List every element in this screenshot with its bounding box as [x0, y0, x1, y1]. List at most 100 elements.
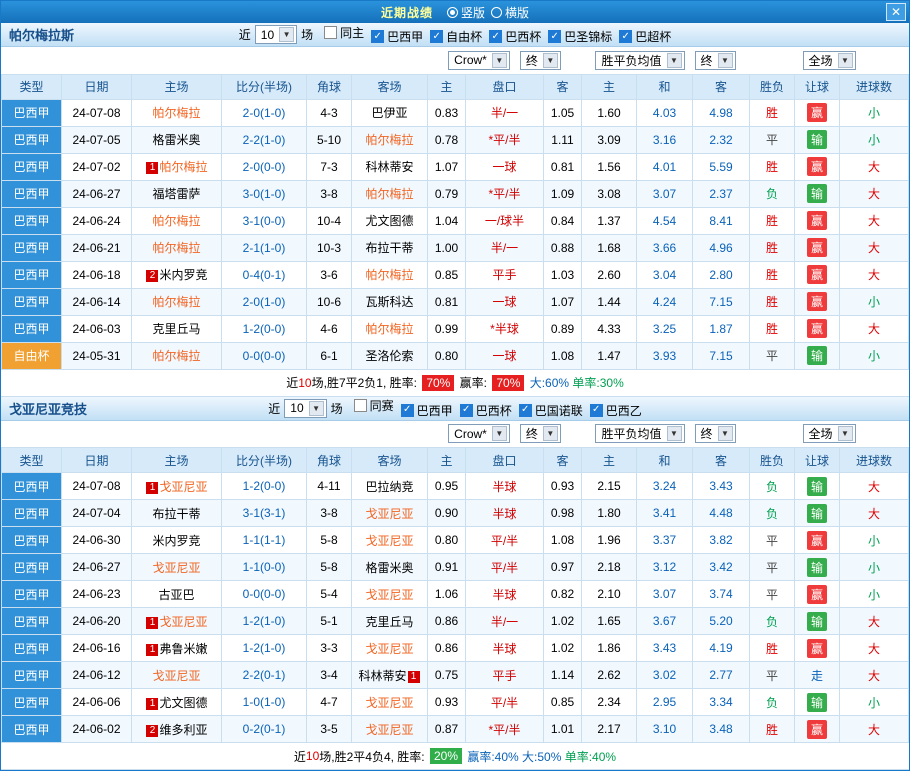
- asia-home-odds: 0.80: [428, 342, 466, 369]
- filter-checkbox-巴西乙[interactable]: ✓巴西乙: [590, 402, 642, 419]
- euro-time-select[interactable]: 终▼: [695, 51, 736, 70]
- section-summary: 近10场,胜2平4负4, 胜率: 20% 赢率:40% 大:50% 单率:40%: [1, 743, 909, 770]
- handicap-result-cell: 赢: [795, 99, 840, 126]
- result-cell: 胜: [750, 234, 795, 261]
- filter-checkbox-巴超杯[interactable]: ✓巴超杯: [619, 28, 671, 45]
- checkbox-label: 巴西甲: [417, 402, 453, 419]
- filter-checkbox-巴西甲[interactable]: ✓巴西甲: [371, 28, 423, 45]
- filter-checkbox-自由杯[interactable]: ✓自由杯: [430, 28, 482, 45]
- column-header: 进球数: [840, 74, 909, 99]
- filter-checkbox-巴西杯[interactable]: ✓巴西杯: [460, 402, 512, 419]
- table-row: 自由杯24-05-31帕尔梅拉0-0(0-0)6-1圣洛伦索0.80一球1.08…: [2, 342, 909, 369]
- corners-cell: 3-6: [307, 261, 352, 288]
- summary-segment: 场,胜7平2负1, 胜率:: [312, 374, 421, 391]
- filter-checkbox-巴国诺联[interactable]: ✓巴国诺联: [519, 402, 583, 419]
- asia-handicap: 半/一: [466, 608, 544, 635]
- euro-odds-select[interactable]: 胜平负均值▼: [595, 424, 684, 443]
- handicap-lose-badge: 输: [807, 130, 827, 149]
- asia-time-value: 终: [526, 52, 538, 69]
- table-row: 巴西甲24-07-04布拉干蒂3-1(3-1)3-8戈亚尼亚0.90半球0.98…: [2, 500, 909, 527]
- euro-time-select[interactable]: 终▼: [695, 424, 736, 443]
- away-team-name: 科林蒂安: [358, 669, 406, 683]
- asia-home-odds: 0.93: [428, 689, 466, 716]
- score-cell: 3-1(3-1): [222, 500, 307, 527]
- selects-row: Crow*▼ 终▼ 胜平负均值▼ 终▼ 全场▼: [2, 421, 909, 448]
- selects-spacer: [2, 47, 428, 74]
- scope-select[interactable]: 全场▼: [803, 51, 856, 70]
- page-title: 近期战绩: [381, 4, 433, 21]
- date-cell: 24-06-16: [62, 635, 132, 662]
- asia-away-odds: 0.88: [544, 234, 582, 261]
- filter-checkbox-巴圣锦标[interactable]: ✓巴圣锦标: [548, 28, 612, 45]
- filter-checkbox-group: 同赛 ✓巴西甲 ✓巴西杯 ✓巴国诺联 ✓巴西乙: [347, 397, 642, 419]
- bookmaker-select[interactable]: Crow*▼: [448, 424, 510, 443]
- euro-home-odds: 1.44: [582, 288, 637, 315]
- away-team-name: 戈亚尼亚: [365, 723, 413, 737]
- score-cell: 0-4(0-1): [222, 261, 307, 288]
- away-team-name: 布拉干蒂: [365, 241, 413, 255]
- result-cell: 负: [750, 473, 795, 500]
- home-team-cell: 古亚巴: [132, 581, 222, 608]
- asia-time-select[interactable]: 终▼: [520, 51, 561, 70]
- euro-away-odds: 4.48: [693, 500, 750, 527]
- euro-draw-odds: 3.37: [637, 527, 693, 554]
- euro-odds-select[interactable]: 胜平负均值▼: [595, 51, 684, 70]
- matches-table: Crow*▼ 终▼ 胜平负均值▼ 终▼ 全场▼: [1, 421, 909, 744]
- scope-select[interactable]: 全场▼: [803, 424, 856, 443]
- bookmaker-select[interactable]: Crow*▼: [448, 51, 510, 70]
- corners-cell: 7-3: [307, 153, 352, 180]
- column-header: 客: [693, 74, 750, 99]
- asia-handicap: 半/一: [466, 234, 544, 261]
- handicap-win-badge: 赢: [807, 531, 827, 550]
- column-header-row: 类型日期主场比分(半场)角球客场主盘口客主和客胜负让球进球数: [2, 448, 909, 473]
- away-team-cell: 格雷米奥: [352, 554, 428, 581]
- filter-checkbox-巴西杯[interactable]: ✓巴西杯: [489, 28, 541, 45]
- layout-radio-竖版[interactable]: 竖版: [447, 4, 485, 21]
- radio-icon: [491, 7, 502, 18]
- goals-cell: 大: [840, 234, 909, 261]
- recent-count-select[interactable]: 10▼: [284, 399, 326, 418]
- checkbox-label: 巴西杯: [476, 402, 512, 419]
- away-team-cell: 巴伊亚: [352, 99, 428, 126]
- chevron-down-icon: ▼: [838, 53, 853, 68]
- handicap-result-cell: 输: [795, 180, 840, 207]
- asia-handicap: 一球: [466, 153, 544, 180]
- column-header: 和: [637, 448, 693, 473]
- euro-away-odds: 2.37: [693, 180, 750, 207]
- away-team-cell: 尤文图德: [352, 207, 428, 234]
- chevron-down-icon: ▼: [492, 53, 507, 68]
- column-header: 客场: [352, 74, 428, 99]
- chevron-down-icon: ▼: [309, 401, 324, 416]
- away-team-name: 戈亚尼亚: [365, 507, 413, 521]
- checkbox-label: 巴西乙: [606, 402, 642, 419]
- filter-checkbox-同主[interactable]: 同主: [324, 24, 364, 41]
- goals-cell: 大: [840, 716, 909, 743]
- asia-time-select[interactable]: 终▼: [520, 424, 561, 443]
- type-cell: 巴西甲: [2, 234, 62, 261]
- euro-draw-odds: 3.12: [637, 554, 693, 581]
- column-header: 胜负: [750, 448, 795, 473]
- filter-checkbox-同赛[interactable]: 同赛: [354, 397, 394, 414]
- home-team-cell: 克里丘马: [132, 315, 222, 342]
- recent-count-select[interactable]: 10▼: [255, 25, 297, 44]
- filter-checkbox-巴西甲[interactable]: ✓巴西甲: [401, 402, 453, 419]
- type-cell: 巴西甲: [2, 608, 62, 635]
- goals-cell: 大: [840, 635, 909, 662]
- euro-home-odds: 2.34: [582, 689, 637, 716]
- away-team-name: 巴拉纳竞: [365, 480, 413, 494]
- euro-away-odds: 2.80: [693, 261, 750, 288]
- table-row: 巴西甲24-06-201戈亚尼亚1-2(1-0)5-1克里丘马0.86半/一1.…: [2, 608, 909, 635]
- close-button[interactable]: ✕: [886, 3, 906, 21]
- asia-handicap: 半球: [466, 581, 544, 608]
- layout-radio-横版[interactable]: 横版: [491, 4, 529, 21]
- home-team-name: 戈亚尼亚: [159, 615, 207, 629]
- result-cell: 负: [750, 180, 795, 207]
- date-cell: 24-06-30: [62, 527, 132, 554]
- score-cell: 3-1(0-0): [222, 207, 307, 234]
- filter-bar: 近 10▼ 场 同主✓巴西甲✓自由杯✓巴西杯✓巴圣锦标✓巴超杯: [1, 24, 909, 46]
- summary-segment: 10: [298, 376, 311, 390]
- score-cell: 1-2(0-0): [222, 315, 307, 342]
- score-cell: 2-2(0-1): [222, 662, 307, 689]
- handicap-lose-badge: 输: [807, 477, 827, 496]
- goals-cell: 小: [840, 554, 909, 581]
